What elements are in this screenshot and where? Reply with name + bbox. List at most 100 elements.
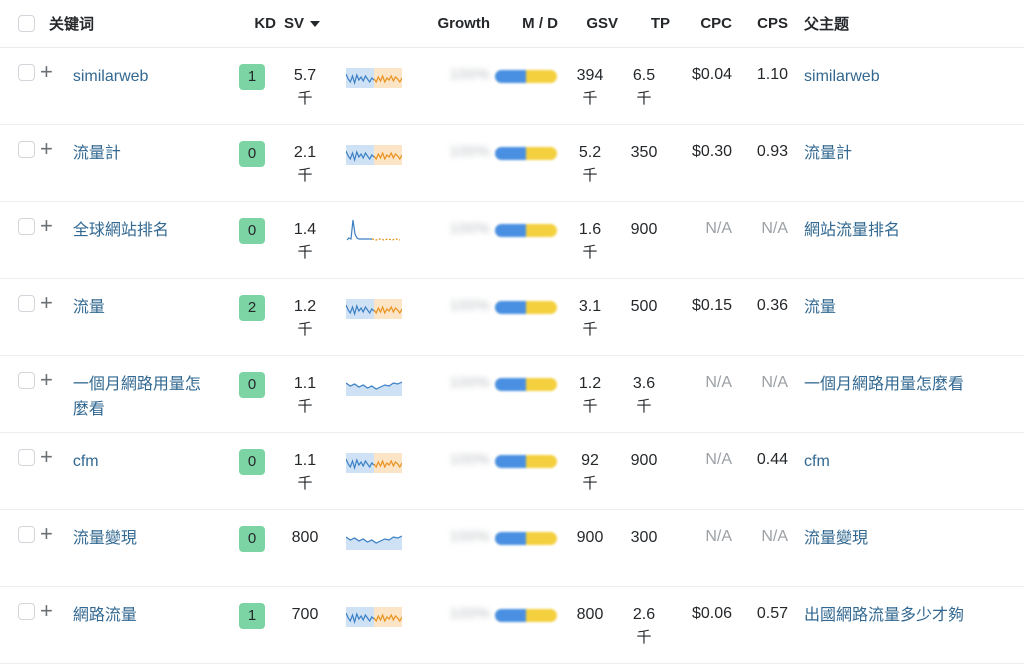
parent-topic-link[interactable]: 網站流量排名 [804,218,900,243]
tp-cell: 900 [618,201,671,279]
plus-icon[interactable]: + [40,61,53,83]
keyword-link[interactable]: cfm [71,449,99,474]
trend-cell [336,201,413,279]
header-tp[interactable]: TP [618,0,671,48]
header-md[interactable]: M / D [490,0,563,48]
cps-value: N/A [761,528,789,545]
parent-topic-link[interactable]: similarweb [804,64,880,89]
parent-topic-link[interactable]: 出國網路流量多少才夠 [804,603,964,628]
tp-value: 300 [630,529,658,546]
header-growth[interactable]: Growth [412,0,491,48]
row-checkbox[interactable] [18,526,35,543]
row-checkbox[interactable] [18,449,35,466]
table-row[interactable]: + 網路流量 1 700 100% 800 2.6 千 $0.06 0.57 出國… [0,586,1024,664]
row-checkbox-cell[interactable] [0,586,40,664]
parent-topic-link[interactable]: 流量變現 [804,526,868,551]
row-checkbox-cell[interactable] [0,124,40,202]
select-all-checkbox[interactable] [18,15,35,32]
row-checkbox-cell[interactable] [0,432,40,510]
caret-down-icon[interactable] [310,20,321,27]
tp-cell: 300 [618,509,671,587]
gsv-cell: 800 [562,586,619,664]
plus-icon[interactable]: + [40,446,53,468]
gsv-cell: 900 [562,509,619,587]
trend-cell [336,278,413,356]
header-kd[interactable]: KD [228,0,277,48]
keyword-link[interactable]: similarweb [71,64,149,89]
keyword-link[interactable]: 流量計 [71,141,121,166]
cpc-value: $0.06 [691,605,733,622]
cpc-cell: $0.06 [670,586,733,664]
unit-thousand: 千 [297,475,313,492]
row-checkbox[interactable] [18,372,35,389]
plus-icon[interactable]: + [40,523,53,545]
row-checkbox[interactable] [18,603,35,620]
unit-thousand: 千 [582,321,598,338]
header-kd-label: KD [254,15,277,32]
row-checkbox[interactable] [18,218,35,235]
header-cpc[interactable]: CPC [670,0,733,48]
header-cps[interactable]: CPS [732,0,789,48]
table-row[interactable]: + 一個月網路用量怎麼看 0 1.1 千 100% 1.2 千 3.6 千 N/A N… [0,355,1024,433]
header-sv[interactable]: SV [276,0,337,48]
cps-value: 1.10 [756,66,789,83]
header-parent[interactable]: 父主题 [788,0,1024,48]
kd-badge: 1 [239,64,266,90]
trend-sparkline [346,299,403,319]
kd-badge: 0 [239,449,266,475]
plus-icon[interactable]: + [40,600,53,622]
row-checkbox-cell[interactable] [0,278,40,356]
md-cell [490,47,563,125]
table-row[interactable]: + 流量變現 0 800 100% 900 300 N/A N/A 流量變現 [0,509,1024,587]
row-checkbox[interactable] [18,64,35,81]
sv-value: 2.1 千 [276,141,334,187]
parent-topic-link[interactable]: 一個月網路用量怎麼看 [804,372,964,397]
trend-cell [336,432,413,510]
cpc-cell: $0.04 [670,47,733,125]
cpc-cell: N/A [670,432,733,510]
header-gsv[interactable]: GSV [562,0,619,48]
keyword-cell: + 網路流量 [40,586,229,664]
header-keyword[interactable]: 关键词 [0,0,229,48]
parent-topic-link[interactable]: 流量計 [804,141,852,166]
keyword-link[interactable]: 網路流量 [71,603,137,628]
cps-value: N/A [761,374,789,391]
plus-icon[interactable]: + [40,369,53,391]
gsv-cell: 92 千 [562,432,619,510]
parent-topic-link[interactable]: 流量 [804,295,836,320]
row-checkbox-cell[interactable] [0,201,40,279]
sv-cell: 1.2 千 [276,278,337,356]
md-cell [490,278,563,356]
plus-icon[interactable]: + [40,215,53,237]
gsv-value: 800 [576,606,604,623]
keywords-table: 关键词 KD SV Growth M / D GSV TP CPC CPS 父主… [0,0,1024,664]
row-checkbox-cell[interactable] [0,355,40,433]
row-checkbox-cell[interactable] [0,47,40,125]
tp-cell: 2.6 千 [618,586,671,664]
trend-sparkline [346,68,403,88]
keyword-link[interactable]: 流量 [71,295,105,320]
row-checkbox[interactable] [18,295,35,312]
table-row[interactable]: + 流量 2 1.2 千 100% 3.1 千 500 $0.15 0.36 流量 [0,278,1024,356]
cps-cell: 0.44 [732,432,789,510]
header-sv-label: SV [284,15,305,32]
sv-cell: 1.1 千 [276,355,337,433]
gsv-cell: 394 千 [562,47,619,125]
table-row[interactable]: + 流量計 0 2.1 千 100% 5.2 千 350 $0.30 0.93 流量… [0,124,1024,202]
parent-topic-link[interactable]: cfm [804,449,830,474]
trend-sparkline [346,381,403,396]
sv-value: 1.1 千 [276,449,334,495]
table-row[interactable]: + similarweb 1 5.7 千 100% 394 千 6.5 千 $0.04… [0,47,1024,125]
keyword-link[interactable]: 流量變現 [71,526,137,551]
table-row[interactable]: + cfm 0 1.1 千 100% 92 千 900 N/A 0.44 cfm [0,432,1024,510]
keyword-link[interactable]: 一個月網路用量怎麼看 [71,372,213,422]
plus-icon[interactable]: + [40,292,53,314]
keyword-link[interactable]: 全球網站排名 [71,218,169,243]
table-row[interactable]: + 全球網站排名 0 1.4 千 100% 1.6 千 900 N/A N/A 網站… [0,201,1024,279]
row-checkbox[interactable] [18,141,35,158]
row-checkbox-cell[interactable] [0,509,40,587]
plus-icon[interactable]: + [40,138,53,160]
parent-topic-cell: similarweb [788,47,1024,125]
growth-value: 100% [449,66,491,83]
parent-topic-cell: 網站流量排名 [788,201,1024,279]
